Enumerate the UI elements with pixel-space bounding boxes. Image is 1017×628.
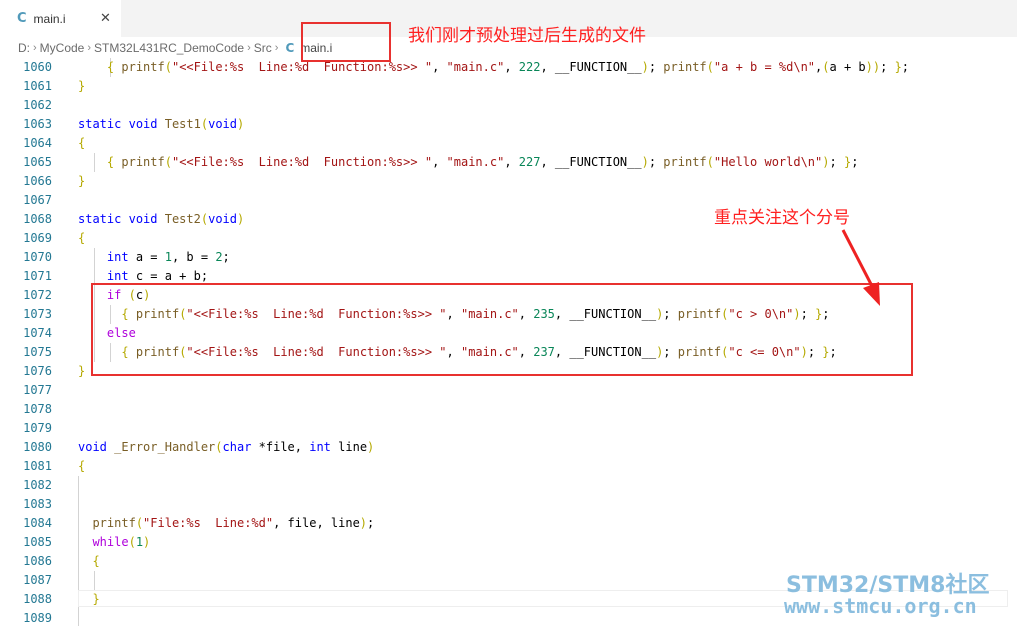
code-text: { printf("<<File:%s Line:%d Function:%s>… bbox=[106, 60, 910, 74]
code-line[interactable]: 1064 { bbox=[0, 134, 1017, 153]
line-number: 1089 bbox=[23, 611, 52, 625]
line-number: 1079 bbox=[23, 421, 52, 435]
code-line[interactable]: 1061} bbox=[0, 77, 1017, 96]
breadcrumb-mycode[interactable]: MyCode bbox=[40, 41, 85, 55]
code-highlight-box bbox=[91, 283, 913, 376]
line-number: 1075 bbox=[23, 345, 52, 359]
c-file-icon: C bbox=[17, 11, 27, 26]
line-number: 1081 bbox=[23, 459, 52, 473]
line-number: 1077 bbox=[23, 383, 52, 397]
code-line[interactable]: 1079 bbox=[0, 419, 1017, 438]
line-number: 1072 bbox=[23, 288, 52, 302]
line-number: 1083 bbox=[23, 497, 52, 511]
code-line[interactable]: 1067 bbox=[0, 191, 1017, 210]
annotation-focus-semicolon: 重点关注这个分号 bbox=[714, 208, 850, 228]
line-number: 1073 bbox=[23, 307, 52, 321]
line-number: 1062 bbox=[23, 98, 52, 112]
code-text: } bbox=[78, 79, 86, 93]
line-number: 1085 bbox=[23, 535, 52, 549]
code-text: static void Test1(void) bbox=[78, 117, 245, 131]
chevron-right-icon: › bbox=[247, 41, 251, 54]
code-line[interactable]: 1081 { bbox=[0, 457, 1017, 476]
code-text: { bbox=[78, 459, 86, 473]
line-number: 1063 bbox=[23, 117, 52, 131]
code-line[interactable]: 1063 static void Test1(void) bbox=[0, 115, 1017, 134]
code-line[interactable]: 1082 bbox=[0, 476, 1017, 495]
chevron-right-icon: › bbox=[87, 41, 92, 54]
code-text: { bbox=[78, 136, 86, 150]
code-text: int a = 1, b = 2; bbox=[106, 250, 230, 264]
tab-main-i[interactable]: C main.i ✕ bbox=[0, 0, 121, 37]
line-number: 1074 bbox=[23, 326, 52, 340]
chevron-right-icon: › bbox=[33, 41, 37, 54]
code-text: { bbox=[92, 554, 100, 568]
code-text: } bbox=[78, 174, 86, 188]
line-number: 1076 bbox=[23, 364, 52, 378]
watermark-url: www.stmcu.org.cn bbox=[784, 594, 977, 618]
tab-label: main.i bbox=[33, 11, 66, 26]
code-text: printf("File:%s Line:%d", file, line); bbox=[92, 516, 375, 530]
line-number: 1069 bbox=[23, 231, 52, 245]
code-line[interactable]: 1060 { printf("<<File:%s Line:%d Functio… bbox=[0, 58, 1017, 77]
chevron-right-icon: › bbox=[274, 41, 279, 54]
code-text: void _Error_Handler(char *file, int line… bbox=[78, 440, 375, 454]
line-number: 1080 bbox=[23, 440, 52, 454]
code-text: } bbox=[92, 592, 100, 606]
line-number: 1070 bbox=[23, 250, 52, 264]
breadcrumb-src[interactable]: Src bbox=[254, 41, 272, 55]
code-line[interactable]: 1062 bbox=[0, 96, 1017, 115]
code-line[interactable]: 1065 { printf("<<File:%s Line:%d Functio… bbox=[0, 153, 1017, 172]
line-number: 1067 bbox=[23, 193, 52, 207]
line-number: 1071 bbox=[23, 269, 52, 283]
code-text: { bbox=[78, 231, 86, 245]
line-number: 1086 bbox=[23, 554, 52, 568]
line-number: 1066 bbox=[23, 174, 52, 188]
line-number: 1068 bbox=[23, 212, 52, 226]
line-number: 1082 bbox=[23, 478, 52, 492]
annotation-generated-file: 我们刚才预处理过后生成的文件 bbox=[408, 26, 646, 46]
line-number: 1087 bbox=[23, 573, 52, 587]
c-file-icon: C bbox=[285, 40, 295, 55]
line-number: 1060 bbox=[23, 60, 52, 74]
code-text: while(1) bbox=[92, 535, 151, 549]
filename-highlight-box bbox=[301, 22, 391, 62]
code-line[interactable]: 1085 while(1) bbox=[0, 533, 1017, 552]
code-line[interactable]: 1080 void _Error_Handler(char *file, int … bbox=[0, 438, 1017, 457]
arrow-icon bbox=[841, 229, 880, 306]
breadcrumb-project[interactable]: STM32L431RC_DemoCode bbox=[94, 41, 244, 55]
code-line[interactable]: 1066} bbox=[0, 172, 1017, 191]
code-line[interactable]: 1084 printf("File:%s Line:%d", file, lin… bbox=[0, 514, 1017, 533]
line-number: 1078 bbox=[23, 402, 52, 416]
code-text: } bbox=[78, 364, 86, 378]
code-line[interactable]: 1083 bbox=[0, 495, 1017, 514]
line-number: 1088 bbox=[23, 592, 52, 606]
code-text: static void Test2(void) bbox=[78, 212, 245, 226]
code-text: { printf("<<File:%s Line:%d Function:%s>… bbox=[106, 155, 859, 169]
line-number: 1064 bbox=[23, 136, 52, 150]
line-number: 1084 bbox=[23, 516, 52, 530]
code-line[interactable]: 1078 bbox=[0, 400, 1017, 419]
breadcrumb-drive[interactable]: D: bbox=[18, 41, 30, 55]
line-number: 1061 bbox=[23, 79, 52, 93]
line-number: 1065 bbox=[23, 155, 52, 169]
close-icon[interactable]: ✕ bbox=[100, 11, 111, 26]
code-line[interactable]: 1077 bbox=[0, 381, 1017, 400]
